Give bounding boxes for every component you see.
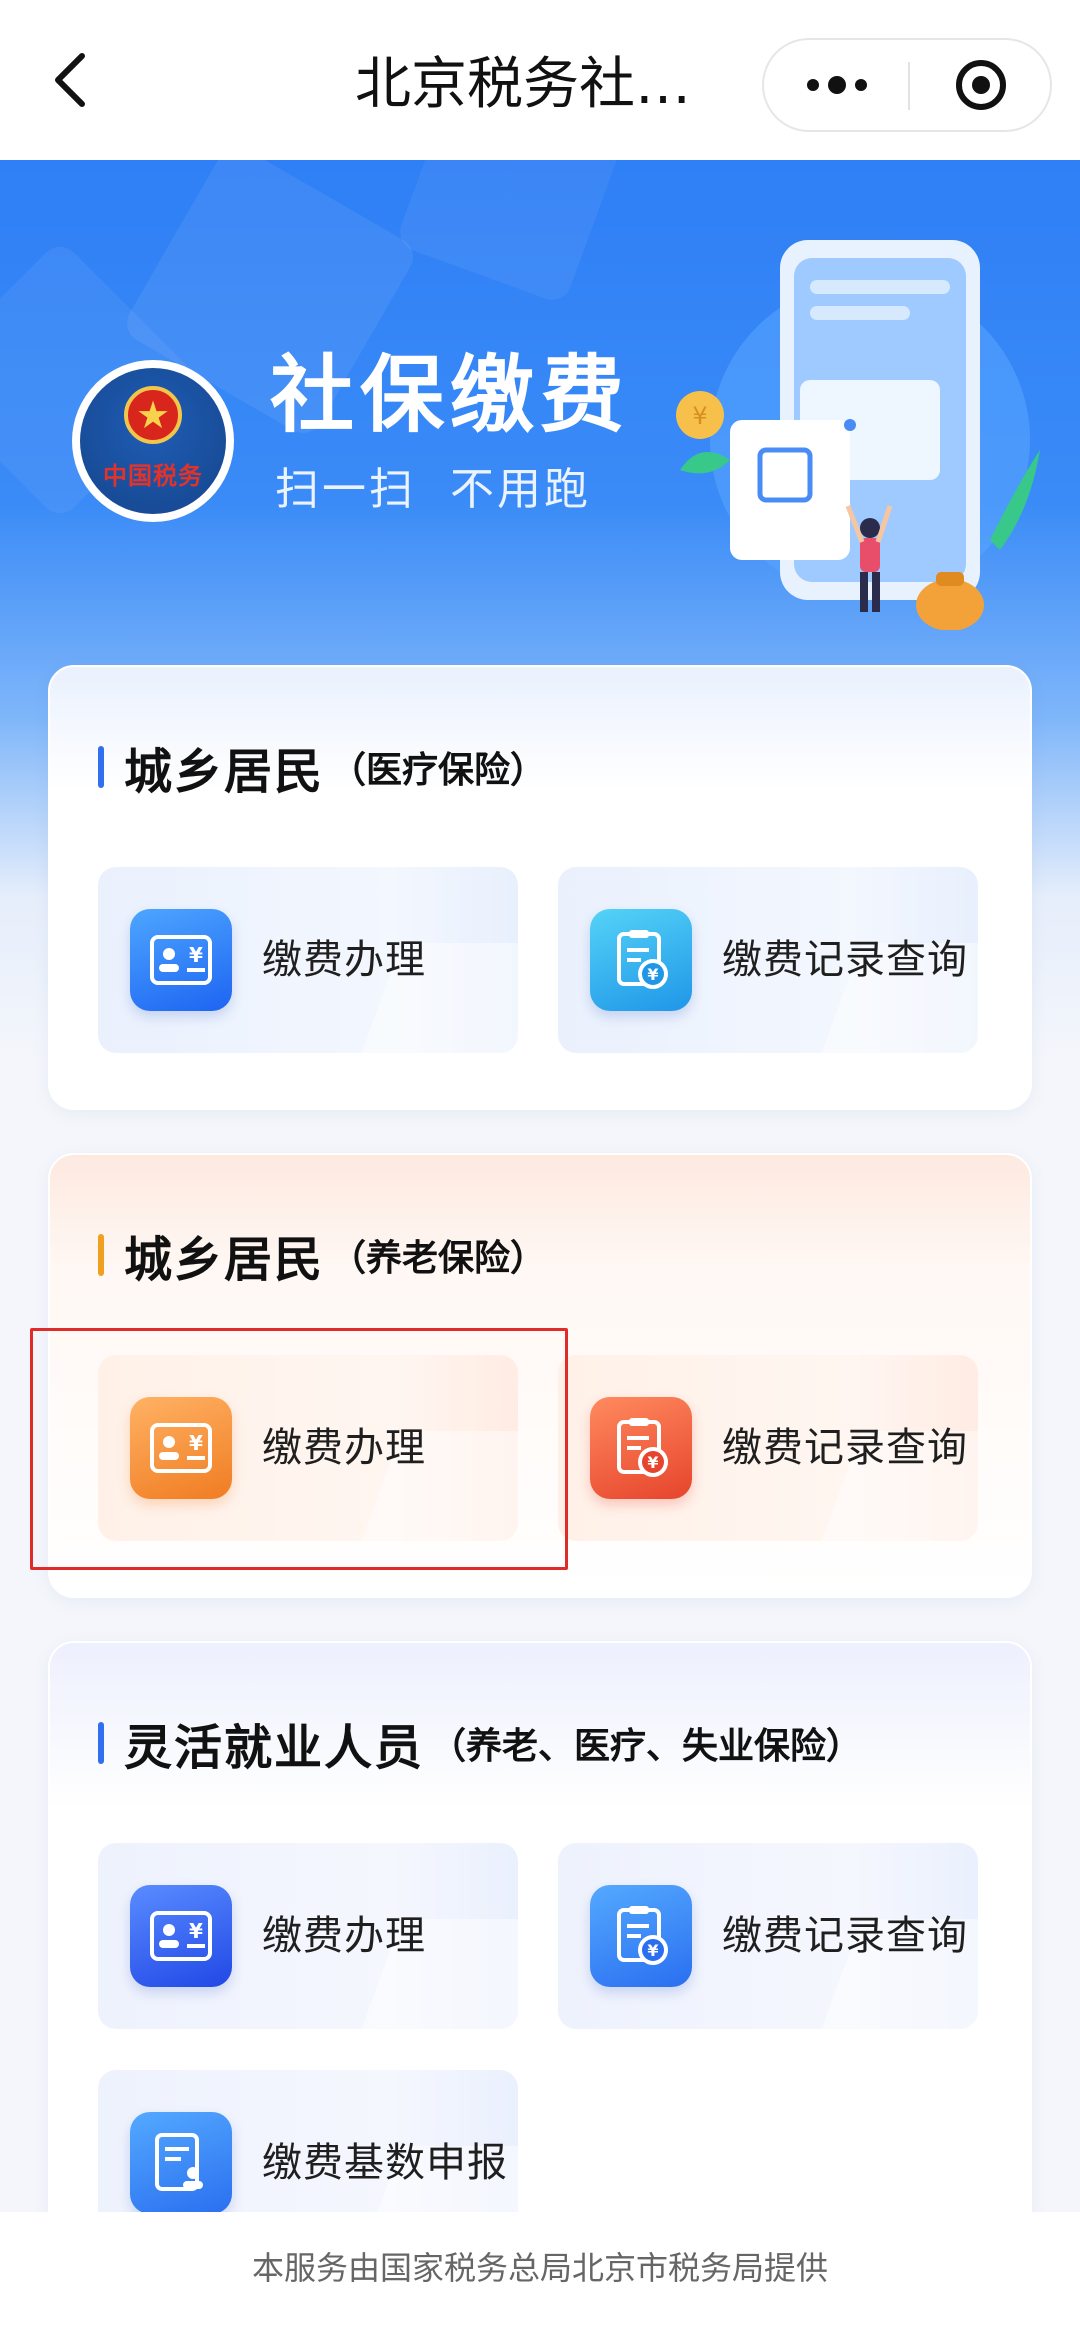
footer-provider-note: 本服务由国家税务总局北京市税务局提供 bbox=[0, 2212, 1080, 2325]
receipt-yen-icon: ¥ bbox=[590, 1885, 692, 1987]
svg-text:¥: ¥ bbox=[647, 1941, 658, 1960]
receipt-yen-icon: ¥ bbox=[590, 909, 692, 1011]
svg-text:¥: ¥ bbox=[189, 1919, 203, 1943]
svg-text:¥: ¥ bbox=[647, 965, 658, 984]
section-subtitle: （医疗保险） bbox=[330, 750, 547, 791]
tile-label: 缴费记录查询 bbox=[722, 1913, 968, 1959]
svg-text:¥: ¥ bbox=[189, 943, 203, 967]
tile-records-resident-medical[interactable]: ¥ 缴费记录查询 bbox=[558, 867, 978, 1053]
form-person-icon bbox=[130, 2112, 232, 2214]
section-subtitle: （养老保险） bbox=[330, 1238, 547, 1279]
target-circle-icon bbox=[956, 60, 1006, 110]
tile-label: 缴费记录查询 bbox=[722, 937, 968, 983]
page-title: 北京税务社… bbox=[355, 52, 691, 117]
back-button[interactable] bbox=[40, 45, 100, 115]
banner-decoration bbox=[394, 160, 626, 306]
section-title: 城乡居民 bbox=[124, 1232, 325, 1288]
highlight-box bbox=[30, 1328, 568, 1570]
tile-payment-resident-medical[interactable]: ¥ 缴费办理 bbox=[98, 867, 518, 1053]
more-dots-icon bbox=[806, 76, 867, 94]
section-card-resident-medical: 城乡居民 （医疗保险） ¥ 缴费办理 ¥ 缴费记录查询 bbox=[48, 665, 1032, 1110]
svg-text:¥: ¥ bbox=[647, 1453, 658, 1472]
section-accent-bar bbox=[98, 1722, 104, 1764]
section-header: 灵活就业人员 （养老、医疗、失业保险） bbox=[98, 1703, 862, 1783]
chevron-left-icon bbox=[55, 53, 85, 107]
section-title: 城乡居民 bbox=[124, 744, 325, 800]
section-header: 城乡居民 （医疗保险） bbox=[98, 727, 546, 807]
nav-bar: 北京税务社… bbox=[0, 0, 1080, 160]
section-header: 城乡居民 （养老保险） bbox=[98, 1215, 546, 1295]
national-emblem-icon: ★ bbox=[124, 386, 182, 444]
close-miniprogram-button[interactable] bbox=[910, 40, 1052, 130]
phone-payment-illustration: ¥ bbox=[676, 240, 1040, 630]
section-accent-bar bbox=[98, 1234, 104, 1276]
id-card-yen-icon: ¥ bbox=[130, 1885, 232, 1987]
tile-records-resident-pension[interactable]: ¥ 缴费记录查询 bbox=[558, 1355, 978, 1541]
section-accent-bar bbox=[98, 746, 104, 788]
tax-emblem-logo: ★ 中国税务 bbox=[72, 360, 234, 522]
svg-text:¥: ¥ bbox=[692, 402, 707, 430]
banner-title: 社保缴费 bbox=[270, 346, 631, 444]
mini-program-capsule bbox=[762, 38, 1052, 132]
banner-subtitle: 扫一扫 不用跑 bbox=[275, 464, 591, 515]
section-subtitle: （养老、医疗、失业保险） bbox=[430, 1726, 863, 1767]
receipt-yen-icon: ¥ bbox=[590, 1397, 692, 1499]
tile-payment-flexible[interactable]: ¥ 缴费办理 bbox=[98, 1843, 518, 2029]
more-button[interactable] bbox=[764, 40, 909, 130]
id-card-yen-icon: ¥ bbox=[130, 909, 232, 1011]
tile-label: 缴费办理 bbox=[262, 1913, 426, 1959]
tile-label: 缴费记录查询 bbox=[722, 1425, 968, 1471]
tile-records-flexible[interactable]: ¥ 缴费记录查询 bbox=[558, 1843, 978, 2029]
section-title: 灵活就业人员 bbox=[124, 1720, 425, 1776]
tile-label: 缴费办理 bbox=[262, 937, 426, 983]
emblem-text: 中国税务 bbox=[103, 461, 203, 490]
